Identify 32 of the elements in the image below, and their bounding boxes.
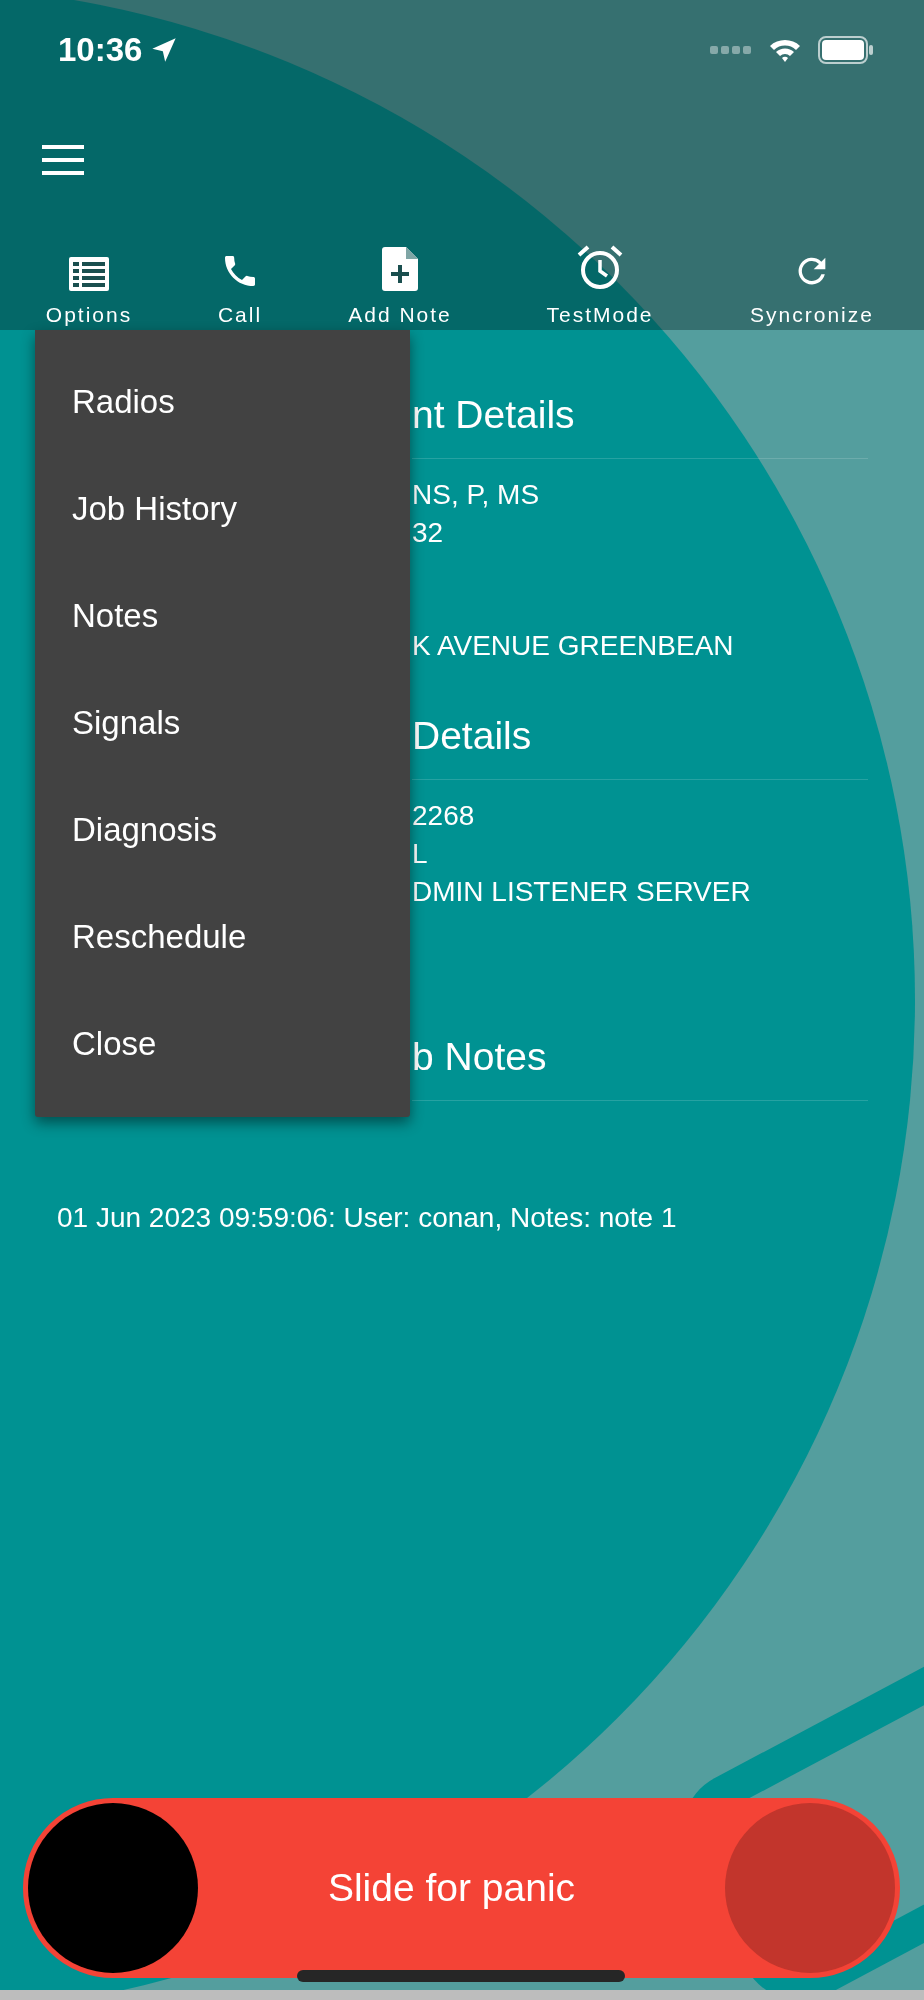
toolbar-button[interactable]: Syncronize bbox=[750, 244, 874, 330]
toolbar-button[interactable]: TestMode bbox=[546, 244, 654, 330]
menu-item[interactable]: Reschedule bbox=[35, 883, 410, 990]
add-document-icon bbox=[382, 246, 418, 291]
note-text: 01 Jun 2023 09:59:06: User: conan, Notes: note 1 bbox=[57, 1201, 677, 1235]
panic-slider[interactable]: Slide for panic bbox=[23, 1798, 900, 1978]
section-heading: Details bbox=[412, 713, 532, 759]
slider-label: Slide for panic bbox=[327, 1864, 577, 1911]
toolbar-button[interactable]: Add Note bbox=[348, 244, 452, 330]
toolbar-button[interactable]: Call bbox=[217, 244, 263, 330]
toolbar-button[interactable]: Options bbox=[45, 244, 133, 330]
menu-item[interactable]: Job History bbox=[35, 455, 410, 562]
detail-text: 2268 bbox=[412, 799, 475, 833]
battery-icon bbox=[818, 35, 874, 64]
menu-item[interactable]: Close bbox=[35, 990, 410, 1097]
location-arrow-icon bbox=[150, 35, 179, 64]
detail-text: 32 bbox=[412, 516, 444, 550]
detail-text: K AVENUE GREENBEAN bbox=[412, 629, 734, 663]
detail-text: NS, P, MS bbox=[412, 478, 540, 512]
list-icon bbox=[69, 256, 109, 291]
section-heading: b Notes bbox=[412, 1034, 547, 1080]
menu-icon[interactable] bbox=[42, 144, 84, 175]
menu-item[interactable]: Diagnosis bbox=[35, 776, 410, 883]
menu-item[interactable]: Notes bbox=[35, 562, 410, 669]
status-time: 10:36 bbox=[58, 29, 143, 70]
alarm-clock-icon bbox=[577, 244, 623, 291]
detail-text: DMIN LISTENER SERVER bbox=[412, 875, 751, 909]
section-heading: nt Details bbox=[412, 392, 575, 438]
menu-item[interactable]: Radios bbox=[35, 348, 410, 455]
menu-item[interactable]: Signals bbox=[35, 669, 410, 776]
detail-text: L bbox=[412, 837, 428, 871]
signal-icon bbox=[710, 44, 752, 55]
